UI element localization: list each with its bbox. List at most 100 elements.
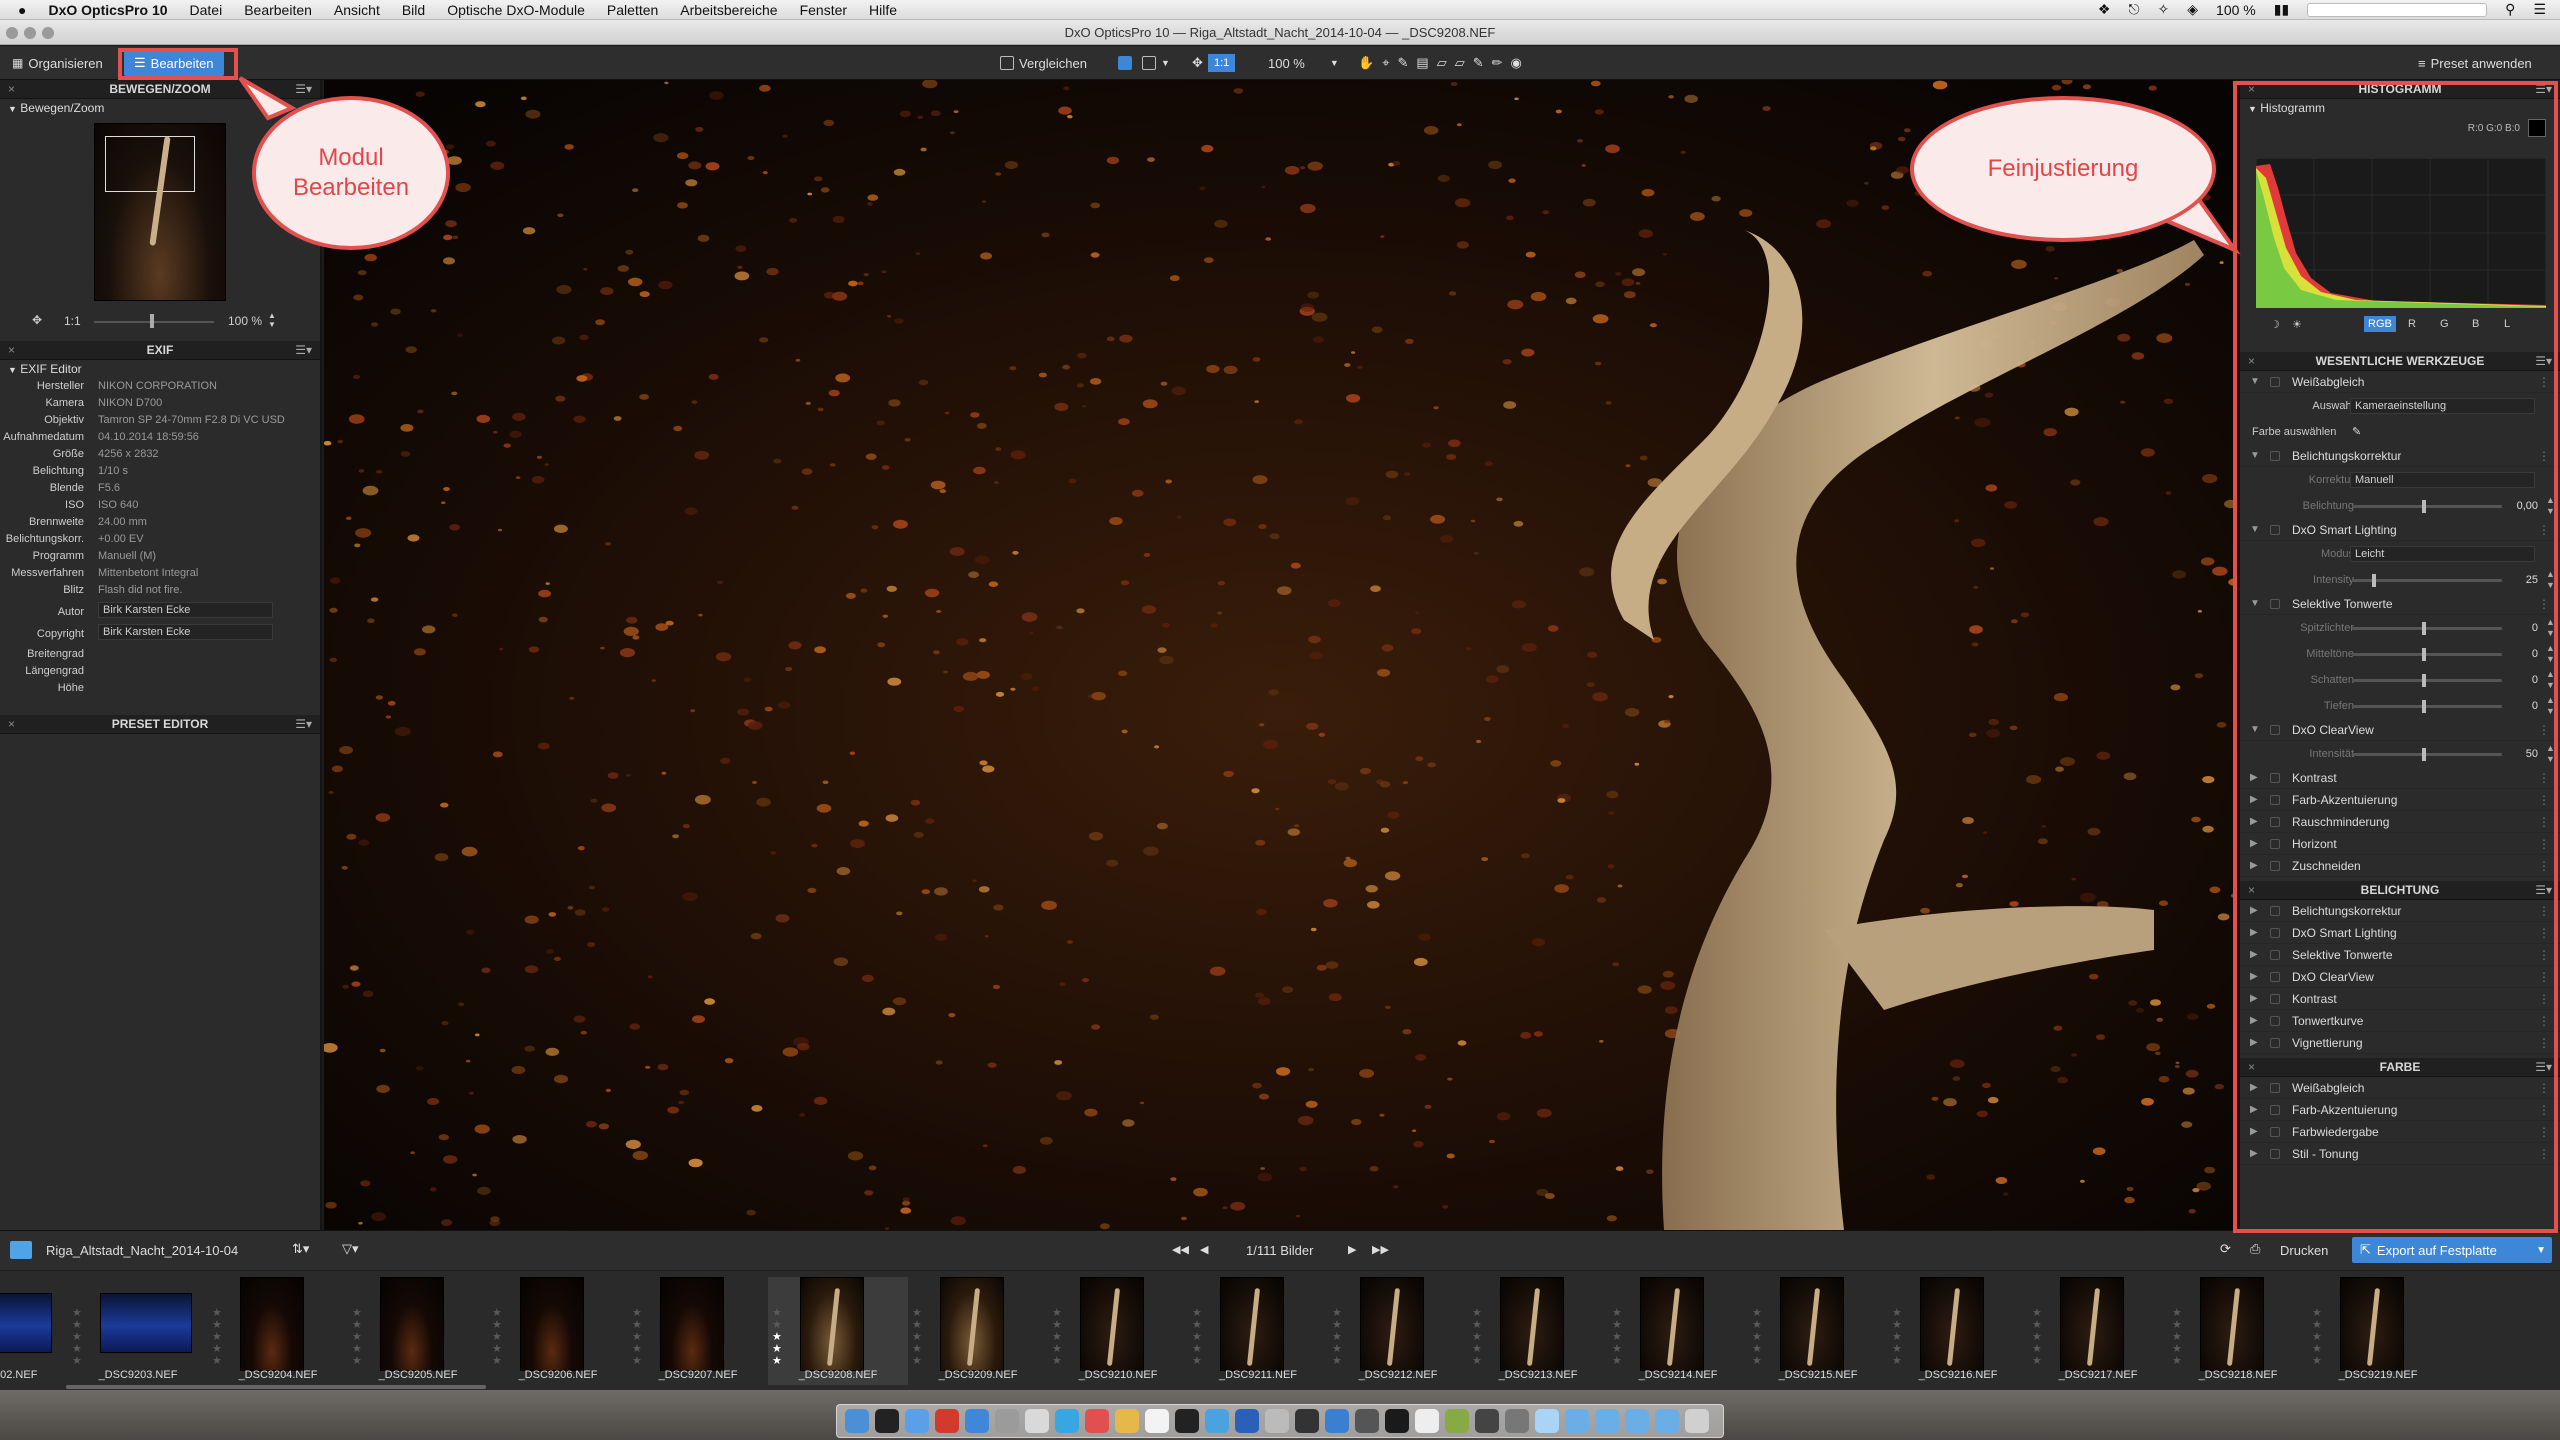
rating-stars[interactable]: ★ ★ ★ ★ ★ <box>1052 1307 1064 1367</box>
film-thumb[interactable]: ★ ★ ★ ★ ★ _DSC9219.NEF <box>2308 1277 2448 1385</box>
notification-icon[interactable]: ☰ <box>2533 1 2546 18</box>
dock-app-icon[interactable] <box>1475 1409 1499 1433</box>
exif-editor-subheader[interactable]: ▼ EXIF Editor <box>0 360 320 378</box>
film-thumb[interactable]: ★ ★ ★ ★ ★ _DSC9205.NEF <box>348 1277 488 1385</box>
film-thumb[interactable]: ★ ★ ★ ★ ★ _DSC9209.NEF <box>908 1277 1048 1385</box>
brush-icon[interactable]: ✏ <box>1492 55 1503 71</box>
menu-item[interactable]: Bild <box>402 2 425 18</box>
dock-app-icon[interactable] <box>1055 1409 1079 1433</box>
rating-stars[interactable]: ★ ★ ★ ★ ★ <box>2172 1307 2184 1367</box>
dock-app-icon[interactable] <box>1385 1409 1409 1433</box>
last-image-icon[interactable]: ▶▶ <box>1372 1243 1389 1256</box>
compare-button[interactable]: Vergleichen <box>994 52 1093 74</box>
film-thumb[interactable]: ★ ★ ★ ★ ★ _DSC9213.NEF <box>1468 1277 1608 1385</box>
menu-app[interactable]: DxO OpticsPro 10 <box>48 2 167 18</box>
filter-icon[interactable]: ▽▾ <box>342 1241 359 1257</box>
rating-stars[interactable]: ★ ★ ★ ★ ★ <box>72 1307 84 1367</box>
film-thumb[interactable]: ★ ★ ★ ★ ★ _DSC9212.NEF <box>1328 1277 1468 1385</box>
menu-item[interactable]: Hilfe <box>869 2 897 18</box>
exif-header[interactable]: × EXIF ☰▾ <box>0 341 320 360</box>
menu-item[interactable]: Optische DxO-Module <box>447 2 585 18</box>
dock-app-icon[interactable] <box>875 1409 899 1433</box>
dock-app-icon[interactable] <box>1505 1409 1529 1433</box>
dock-app-icon[interactable] <box>845 1409 869 1433</box>
split-view-button[interactable]: ▼ <box>1136 52 1176 74</box>
single-view-button[interactable] <box>1112 52 1138 74</box>
dock-app-icon[interactable] <box>1685 1409 1709 1433</box>
menu-item[interactable]: Arbeitsbereiche <box>680 2 777 18</box>
rotate-icon[interactable]: ⟳ <box>2220 1241 2231 1257</box>
dock-app-icon[interactable] <box>1085 1409 1109 1433</box>
dock-app-icon[interactable] <box>1175 1409 1199 1433</box>
dock-app-icon[interactable] <box>1655 1409 1679 1433</box>
rating-stars[interactable]: ★ ★ ★ ★ ★ <box>352 1307 364 1367</box>
move-zoom-subheader[interactable]: ▼ Bewegen/Zoom <box>0 99 320 117</box>
rating-stars[interactable]: ★ ★ ★ ★ ★ <box>492 1307 504 1367</box>
rating-stars[interactable]: ★ ★ ★ ★ ★ <box>1892 1307 1904 1367</box>
apple-icon[interactable]: ● <box>18 2 26 18</box>
menu-item[interactable]: Ansicht <box>334 2 380 18</box>
menu-icon[interactable]: ☰▾ <box>295 80 312 99</box>
hand-icon[interactable]: ✋ <box>1358 55 1374 71</box>
copyright-field[interactable]: Birk Karsten Ecke <box>98 624 273 640</box>
film-thumb[interactable]: ★ ★ ★ ★ ★ _DSC9216.NEF <box>1888 1277 2028 1385</box>
nav-ratio[interactable]: 1:1 <box>64 314 81 328</box>
dock-app-icon[interactable] <box>1295 1409 1319 1433</box>
dock-app-icon[interactable] <box>995 1409 1019 1433</box>
first-image-icon[interactable]: ◀◀ <box>1172 1243 1189 1256</box>
dock-app-icon[interactable] <box>1565 1409 1589 1433</box>
next-image-icon[interactable]: ▶ <box>1348 1243 1356 1256</box>
author-field[interactable]: Birk Karsten Ecke <box>98 602 273 618</box>
dock-app-icon[interactable] <box>1145 1409 1169 1433</box>
film-thumb[interactable]: ★ ★ ★ ★ ★ _DSC9208.NEF <box>768 1277 908 1385</box>
zoom-slider-knob[interactable] <box>150 314 154 328</box>
menu-item[interactable]: Paletten <box>607 2 658 18</box>
perspective2-icon[interactable]: ▱ <box>1455 55 1465 71</box>
dock-app-icon[interactable] <box>1415 1409 1439 1433</box>
film-thumb[interactable]: ★ ★ ★ ★ ★ _DSC9210.NEF <box>1048 1277 1188 1385</box>
close-icon[interactable]: × <box>8 341 15 360</box>
spotlight-field[interactable] <box>2307 2 2488 17</box>
rating-stars[interactable]: ★ ★ ★ ★ ★ <box>1332 1307 1344 1367</box>
battery-icon[interactable]: ▮▮ <box>2274 1 2289 18</box>
dock-app-icon[interactable] <box>1445 1409 1469 1433</box>
crop-icon[interactable]: ⌖ <box>1382 55 1389 71</box>
eyedropper-icon[interactable]: ✎ <box>1398 55 1409 71</box>
film-thumb[interactable]: ★ ★ ★ ★ ★ _DSC9215.NEF <box>1748 1277 1888 1385</box>
zoom-slider-track[interactable] <box>94 321 214 323</box>
folder-icon[interactable] <box>10 1241 32 1259</box>
close-icon[interactable]: × <box>8 80 15 99</box>
dock-app-icon[interactable] <box>1025 1409 1049 1433</box>
dock-app-icon[interactable] <box>1595 1409 1619 1433</box>
close-icon[interactable]: × <box>8 715 15 734</box>
dock-app-icon[interactable] <box>1535 1409 1559 1433</box>
print-icon[interactable]: ⎙ <box>2250 1241 2260 1257</box>
image-viewer[interactable] <box>324 80 2236 1230</box>
dock-app-icon[interactable] <box>1355 1409 1379 1433</box>
film-thumb[interactable]: ★ ★ ★ ★ ★ _DSC9217.NEF <box>2028 1277 2168 1385</box>
dropbox-icon[interactable]: ❖ <box>2098 1 2111 18</box>
rating-stars[interactable]: ★ ★ ★ ★ ★ <box>1752 1307 1764 1367</box>
rating-stars[interactable]: ★ ★ ★ ★ ★ <box>632 1307 644 1367</box>
menu-icon[interactable]: ☰▾ <box>295 341 312 360</box>
dock-app-icon[interactable] <box>1235 1409 1259 1433</box>
navigator-viewport[interactable] <box>105 136 195 192</box>
horizon-icon[interactable]: ▤ <box>1416 55 1428 71</box>
move-icon[interactable]: ✥ <box>32 313 42 327</box>
folder-name[interactable]: Riga_Altstadt_Nacht_2014-10-04 <box>46 1243 238 1258</box>
film-thumb[interactable]: ★ ★ ★ ★ ★ _DSC9203.NEF <box>68 1277 208 1385</box>
print-button[interactable]: Drucken <box>2280 1243 2328 1258</box>
nav-zoom-value[interactable]: 100 % <box>228 314 262 328</box>
menu-item[interactable]: Datei <box>190 2 223 18</box>
dock-app-icon[interactable] <box>1325 1409 1349 1433</box>
redeye-icon[interactable]: ◉ <box>1511 55 1522 71</box>
sync-icon[interactable]: ⎋ <box>2128 1 2139 18</box>
sort-icon[interactable]: ⇅▾ <box>292 1241 309 1257</box>
dock-app-icon[interactable] <box>1115 1409 1139 1433</box>
menu-item[interactable]: Bearbeiten <box>244 2 312 18</box>
zoom-select[interactable]: 100 % ▼ <box>1262 52 1345 74</box>
rating-stars[interactable]: ★ ★ ★ ★ ★ <box>1192 1307 1204 1367</box>
preset-editor-header[interactable]: × PRESET EDITOR ☰▾ <box>0 715 320 734</box>
film-thumb[interactable]: ★ ★ ★ ★ ★ _DSC9204.NEF <box>208 1277 348 1385</box>
rating-stars[interactable]: ★ ★ ★ ★ ★ <box>212 1307 224 1367</box>
